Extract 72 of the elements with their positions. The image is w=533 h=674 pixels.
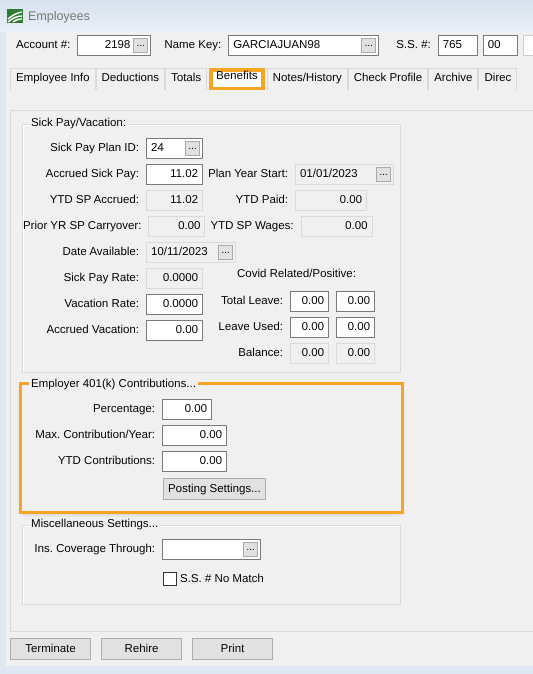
lookup-button[interactable]: ... <box>218 244 233 260</box>
field-label: Total Leave: <box>220 295 283 307</box>
input-field[interactable]: 0.00 <box>290 290 329 312</box>
input-field[interactable]: 0.0000 <box>146 268 203 288</box>
lookup-button[interactable]: ... <box>376 166 391 182</box>
posting-settings-button[interactable]: Posting Settings... <box>163 478 266 500</box>
group-title: Employer 401(k) Contributions... <box>31 378 196 390</box>
input-field[interactable]: 11.02 <box>146 164 203 184</box>
lookup-button[interactable]: ... <box>243 542 258 556</box>
app-logo-icon <box>7 9 23 23</box>
field-label: YTD Paid: <box>234 194 288 206</box>
input-field[interactable]: ... <box>162 538 261 560</box>
input-field[interactable]: 0.00 <box>290 342 329 364</box>
action-button[interactable]: Terminate <box>10 638 91 660</box>
lookup-button[interactable]: ... <box>133 38 148 52</box>
input-field[interactable]: 11.02 <box>146 190 203 210</box>
tab[interactable]: Direc <box>478 68 518 90</box>
input-field[interactable]: 0.00 <box>162 424 227 446</box>
field-label: Balance: <box>237 347 283 359</box>
tab[interactable]: Totals <box>165 68 208 90</box>
input-field[interactable]: 0.00 <box>295 190 367 210</box>
input-field[interactable]: 0.00 <box>146 320 203 340</box>
checkbox[interactable] <box>163 572 177 586</box>
field-label: Accrued Sick Pay: <box>44 168 139 180</box>
tab[interactable]: Notes/History <box>266 68 348 90</box>
section-heading: Covid Related/Positive: <box>236 268 357 282</box>
field-label: YTD SP Accrued: <box>48 194 139 206</box>
input-field[interactable]: 0.00 <box>290 316 329 338</box>
lookup-button[interactable]: ... <box>361 38 376 52</box>
field-label: YTD SP Wages: <box>210 220 294 232</box>
field-label: S.S. #: <box>396 39 431 51</box>
input-field[interactable]: GARCIAJUAN98 ... <box>228 34 380 56</box>
input-field[interactable]: 0.00 <box>336 342 375 364</box>
input-field[interactable]: 0.00 <box>162 398 212 420</box>
input-field[interactable]: 00 <box>482 34 518 56</box>
field-label: Max. Contribution/Year: <box>34 429 155 441</box>
field-label: YTD Contributions: <box>56 455 155 467</box>
input-field[interactable]: 0.00 <box>336 316 375 338</box>
field-label: Vacation Rate: <box>63 298 139 310</box>
group-title: Sick Pay/Vacation: <box>31 117 126 129</box>
field-label: Accrued Vacation: <box>46 324 139 336</box>
input-field[interactable]: 0.00 <box>148 216 206 236</box>
input-field[interactable]: 0.0000 <box>146 294 203 314</box>
field-label: Plan Year Start: <box>208 168 288 180</box>
lookup-button[interactable]: ... <box>185 140 200 156</box>
field-label: Name Key: <box>164 39 222 51</box>
tab[interactable]: Employee Info <box>10 68 96 90</box>
field-label: Account #: <box>16 39 70 51</box>
field-label: Date Available: <box>61 246 139 258</box>
field-label: Leave Used: <box>217 321 283 333</box>
input-field[interactable]: 0.00 <box>300 216 373 236</box>
input-field[interactable]: 01/01/2023 ... <box>295 164 394 184</box>
field-label: Prior YR SP Carryover: <box>23 220 142 232</box>
input-field[interactable]: 0.00 <box>162 450 227 472</box>
field-label: Ins. Coverage Through: <box>33 543 155 555</box>
action-button[interactable]: Print <box>192 638 273 660</box>
field-label: Sick Pay Plan ID: <box>49 142 139 154</box>
field-label: Percentage: <box>92 403 155 415</box>
group-title: Miscellaneous Settings... <box>31 518 158 530</box>
input-field[interactable]: 0.00 <box>336 290 375 312</box>
input-field[interactable]: 24 ... <box>146 138 203 158</box>
tab[interactable]: Deductions <box>96 68 166 90</box>
window-title: Employees <box>28 9 90 23</box>
input-field[interactable]: 765 <box>438 34 478 56</box>
checkbox-label: S.S. # No Match <box>180 573 264 585</box>
tab[interactable]: Archive <box>428 68 478 90</box>
tab[interactable]: Benefits <box>209 68 265 90</box>
field-label: Sick Pay Rate: <box>62 272 139 284</box>
input-field[interactable]: 10/11/2023 ... <box>146 242 236 262</box>
input-field[interactable]: 2198 ... <box>77 34 152 56</box>
action-button[interactable]: Rehire <box>101 638 182 660</box>
tab[interactable]: Check Profile <box>348 68 428 90</box>
